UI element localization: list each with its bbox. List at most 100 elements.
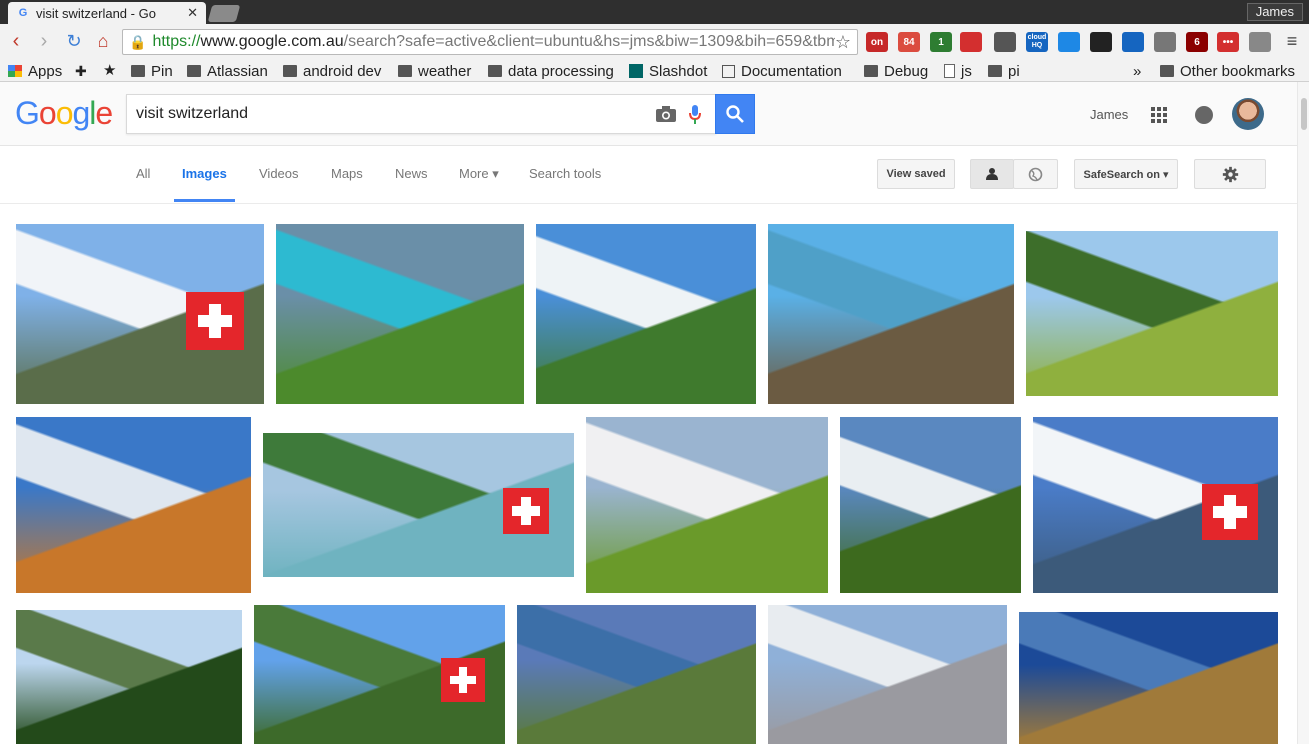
bookmark-label: » <box>1133 62 1142 80</box>
search-icon <box>726 105 744 123</box>
page-scrollbar[interactable] <box>1297 82 1309 744</box>
tab-news[interactable]: News <box>395 166 428 181</box>
gear-icon <box>1222 166 1238 182</box>
bookmark-apps[interactable]: Apps <box>8 61 62 81</box>
bookmark--[interactable]: » <box>1133 61 1141 81</box>
search-input[interactable]: visit switzerland <box>126 94 716 134</box>
image-result-cable-car[interactable] <box>16 610 242 744</box>
bookmark-puzzle[interactable]: ✚ <box>75 61 93 81</box>
bookmark-star[interactable]: ★ <box>103 61 122 81</box>
bookmark-atlassian[interactable]: Atlassian <box>187 61 268 81</box>
profile-chip[interactable]: James <box>1246 3 1303 21</box>
bookmark-other-bookmarks[interactable]: Other bookmarks <box>1160 61 1295 81</box>
bookmark-label: Debug <box>884 62 929 80</box>
bookmark-star-icon[interactable]: ☆ <box>834 32 851 53</box>
microphone-icon[interactable] <box>688 104 702 126</box>
bookmark-pin[interactable]: Pin <box>131 61 173 81</box>
personal-results-button[interactable] <box>970 159 1014 189</box>
folder-icon <box>131 65 145 77</box>
url-scheme: https:// <box>152 33 201 50</box>
bookmark-weather[interactable]: weather <box>398 61 471 81</box>
bookmark-label: android dev <box>303 62 382 80</box>
google-apps-icon[interactable] <box>1151 107 1167 123</box>
plus-cross-extension-icon[interactable] <box>960 32 982 52</box>
tab-title: visit switzerland - Go <box>36 5 156 21</box>
bookmark-debug[interactable]: Debug <box>864 61 928 81</box>
tab-search-tools[interactable]: Search tools <box>529 166 601 181</box>
avatar[interactable] <box>1232 98 1264 130</box>
vimium-extension-icon[interactable] <box>1122 32 1144 52</box>
image-result-matterhorn-flag[interactable] <box>16 224 264 404</box>
image-result-red-train-flowers[interactable] <box>586 417 828 593</box>
apps-icon <box>8 65 22 77</box>
forward-icon[interactable]: › <box>32 30 56 54</box>
scrollbar-thumb[interactable] <box>1301 98 1307 130</box>
bookmark-label: Documentation <box>741 62 842 80</box>
account-name[interactable]: James <box>1090 107 1128 122</box>
bookmark-label: Pin <box>151 62 173 80</box>
bookmark-label: js <box>961 62 972 80</box>
image-result-lake-lucerne-cable[interactable] <box>768 224 1014 404</box>
bookmark-js[interactable]: js <box>944 61 972 81</box>
image-result-valley-village[interactable] <box>1026 231 1278 396</box>
image-result-lake-castle[interactable] <box>276 224 524 404</box>
doc-icon <box>722 64 735 78</box>
tab-all[interactable]: All <box>136 166 150 181</box>
tab-more[interactable]: More ▾ <box>459 166 499 182</box>
image-result-zermatt-night[interactable] <box>16 417 251 593</box>
folder-sync-extension-icon[interactable] <box>1249 32 1271 52</box>
todoist-badge-extension-icon[interactable]: 84 <box>898 32 920 52</box>
image-result-chillon-castle[interactable] <box>1019 612 1278 744</box>
network-extension-icon[interactable] <box>1058 32 1080 52</box>
image-result-interlaken-river[interactable] <box>263 433 574 577</box>
close-tab-icon[interactable]: ✕ <box>187 5 198 21</box>
reload-icon[interactable]: ↻ <box>62 30 86 54</box>
google-logo[interactable]: Google <box>15 95 113 132</box>
cast-extension-icon[interactable] <box>994 32 1016 52</box>
tab-videos[interactable]: Videos <box>259 166 299 181</box>
on-badge-extension-icon[interactable]: on <box>866 32 888 52</box>
view-saved-button[interactable]: View saved <box>877 159 955 189</box>
page-icon <box>944 64 955 78</box>
slashdot-icon <box>629 64 643 78</box>
search-button[interactable] <box>715 94 755 134</box>
image-result-train-yellow-flowers[interactable] <box>840 417 1021 593</box>
global-results-button[interactable] <box>1013 159 1058 189</box>
lastpass-extension-icon[interactable]: ••• <box>1217 32 1239 52</box>
bookmark-data-processing[interactable]: data processing <box>488 61 614 81</box>
tab-images[interactable]: Images <box>174 166 235 202</box>
notifications-icon[interactable] <box>1195 106 1213 124</box>
tab-maps[interactable]: Maps <box>331 166 363 181</box>
image-result-flag-wave[interactable] <box>254 605 505 744</box>
swiss-flag-icon <box>186 292 244 350</box>
green-badge-extension-icon[interactable]: 1 <box>930 32 952 52</box>
home-icon[interactable]: ⌂ <box>91 30 115 54</box>
bookmark-android-dev[interactable]: android dev <box>283 61 381 81</box>
puzzle-icon: ✚ <box>75 63 87 79</box>
image-result-eiger-peaks[interactable] <box>536 224 756 404</box>
bookmark-documentation[interactable]: Documentation <box>722 61 842 81</box>
settings-button[interactable] <box>1194 159 1266 189</box>
folder-icon <box>488 65 502 77</box>
screenshot-extension-icon[interactable] <box>1154 32 1176 52</box>
terminal-extension-icon[interactable] <box>1090 32 1112 52</box>
image-result-alpine-clouds[interactable] <box>768 605 1007 744</box>
camera-icon[interactable] <box>655 105 677 123</box>
bookmark-label: weather <box>418 62 472 80</box>
menu-icon[interactable]: ≡ <box>1280 30 1304 54</box>
ublock-extension-icon[interactable]: 6 <box>1186 32 1208 52</box>
browser-tab[interactable]: G visit switzerland - Go ✕ <box>8 2 206 24</box>
image-result-spiez-castle[interactable] <box>517 605 756 744</box>
back-icon[interactable]: ‹ <box>4 30 28 54</box>
image-result-jungfrau-flag[interactable] <box>1033 417 1278 593</box>
google-favicon-icon: G <box>18 7 28 19</box>
address-bar[interactable]: 🔒 https://www.google.com.au/search?safe=… <box>122 29 858 55</box>
folder-icon <box>988 65 1002 77</box>
bookmark-slashdot[interactable]: Slashdot <box>629 61 707 81</box>
new-tab-button[interactable] <box>207 5 241 22</box>
browser-toolbar: ‹ › ↻ ⌂ 🔒 https://www.google.com.au/sear… <box>0 24 1309 60</box>
bookmark-label: Atlassian <box>207 62 268 80</box>
bookmark-pi[interactable]: pi <box>988 61 1020 81</box>
cloud-hq-extension-icon[interactable]: cloud HQ <box>1026 32 1048 52</box>
safesearch-dropdown[interactable]: SafeSearch on ▾ <box>1074 159 1178 189</box>
